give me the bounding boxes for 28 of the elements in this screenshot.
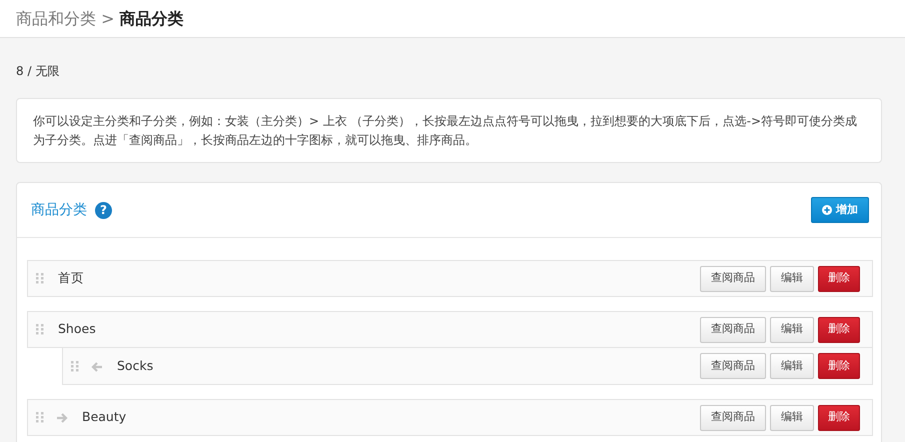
- edit-button[interactable]: 编辑: [770, 316, 814, 343]
- plus-circle-icon: [822, 205, 832, 216]
- help-icon[interactable]: ?: [95, 202, 112, 219]
- delete-button[interactable]: 删除: [818, 316, 860, 343]
- drag-handle-icon[interactable]: [71, 360, 79, 372]
- category-name: Beauty: [82, 408, 126, 426]
- edit-button[interactable]: 编辑: [770, 404, 814, 431]
- edit-button[interactable]: 编辑: [770, 353, 814, 380]
- view-products-button[interactable]: 查阅商品: [700, 266, 766, 292]
- breadcrumb: 商品和分类 > 商品分类: [16, 8, 184, 30]
- drag-handle-icon[interactable]: [36, 324, 44, 336]
- view-products-button[interactable]: 查阅商品: [700, 316, 766, 343]
- arrow-right-icon[interactable]: [56, 412, 68, 424]
- category-name: 首页: [58, 269, 84, 288]
- drag-handle-icon[interactable]: [36, 273, 44, 284]
- category-name: Socks: [117, 356, 154, 375]
- delete-button[interactable]: 删除: [818, 404, 860, 431]
- edit-button[interactable]: 编辑: [770, 266, 814, 292]
- delete-button[interactable]: 删除: [818, 353, 860, 380]
- view-products-button[interactable]: 查阅商品: [700, 353, 766, 380]
- view-products-button[interactable]: 查阅商品: [700, 404, 766, 431]
- panel-title: 商品分类: [31, 200, 87, 220]
- arrow-left-icon[interactable]: [91, 360, 103, 373]
- quota-text: 8 / 无限: [16, 63, 60, 80]
- delete-button[interactable]: 删除: [818, 266, 860, 292]
- category-name: Shoes: [58, 320, 96, 338]
- info-text: 你可以设定主分类和子分类，例如：女装（主分类）> 上衣 （子分类），长按最左边点点符号可以拖曳，拉到想要的大项底下后，点选->符号即可使分类成为子分类。点进「查阅商品」，长按商品左边的十字图标，就可以拖曳、排序商品。: [33, 114, 858, 147]
- drag-handle-icon[interactable]: [36, 412, 44, 424]
